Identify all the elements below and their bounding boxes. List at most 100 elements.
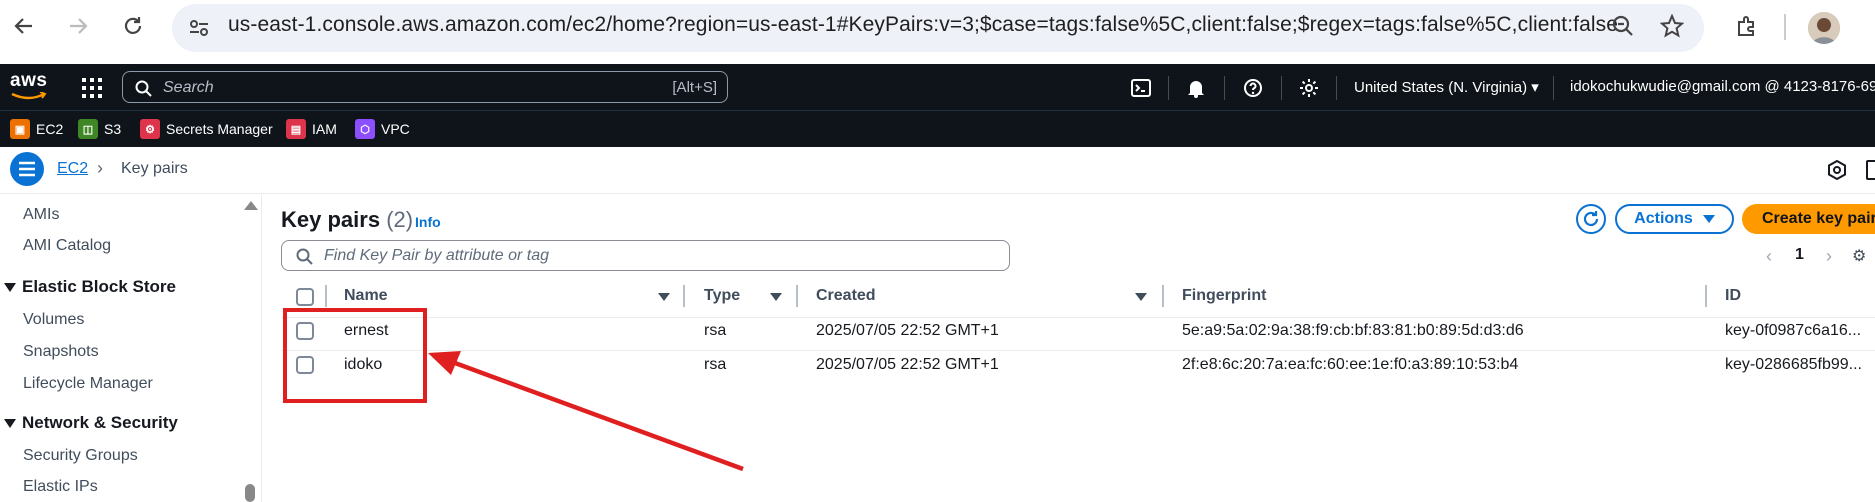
favorite-s3[interactable]: ◫ S3 xyxy=(78,119,121,139)
favorite-vpc[interactable]: ⬡ VPC xyxy=(355,119,410,139)
column-header-fingerprint[interactable]: Fingerprint xyxy=(1182,287,1266,305)
column-header-created[interactable]: Created xyxy=(816,287,876,305)
s3-service-icon: ◫ xyxy=(78,119,98,139)
reload-icon[interactable] xyxy=(117,10,149,42)
aws-logo[interactable]: aws xyxy=(10,70,47,100)
search-placeholder: Search xyxy=(163,79,214,96)
favorites-bar: ▣ EC2 ◫ S3 ⚙ Secrets Manager ▤ IAM ⬡ VPC xyxy=(0,110,1875,147)
nav-elastic-ips[interactable]: Elastic IPs xyxy=(23,478,98,496)
sort-caret-icon[interactable] xyxy=(770,293,782,301)
key-pair-filter-input[interactable]: Find Key Pair by attribute or tag xyxy=(281,240,1010,271)
breadcrumb-bar xyxy=(0,147,1875,194)
current-page-number[interactable]: 1 xyxy=(1795,246,1804,264)
select-all-checkbox[interactable] xyxy=(296,288,314,306)
cell-id: key-0286685fb99... xyxy=(1725,356,1862,373)
column-divider xyxy=(796,285,798,307)
console-search-input[interactable]: Search [Alt+S] xyxy=(122,71,728,103)
nav-section-network-security[interactable]: Network & Security xyxy=(4,413,178,433)
settings-gear-icon[interactable] xyxy=(1299,78,1319,98)
search-icon xyxy=(296,248,313,265)
filter-placeholder: Find Key Pair by attribute or tag xyxy=(324,247,549,264)
nav-divider xyxy=(1553,76,1554,100)
previous-page-icon[interactable]: ‹ xyxy=(1766,246,1772,267)
sort-caret-icon[interactable] xyxy=(1135,293,1147,301)
column-header-id[interactable]: ID xyxy=(1725,287,1741,305)
search-icon xyxy=(135,80,152,97)
cell-created: 2025/07/05 22:52 GMT+1 xyxy=(816,356,999,373)
vpc-service-icon: ⬡ xyxy=(355,119,375,139)
secrets-manager-icon: ⚙ xyxy=(140,119,160,139)
nav-snapshots[interactable]: Snapshots xyxy=(23,343,99,361)
account-menu[interactable]: idokochukwudie@gmail.com @ 4123-8176-699… xyxy=(1570,78,1875,95)
column-header-type[interactable]: Type xyxy=(704,287,740,305)
caret-down-icon xyxy=(4,418,16,428)
cell-fingerprint: 2f:e8:6c:20:7a:ea:fc:60:ee:1e:f0:a3:89:1… xyxy=(1182,356,1519,373)
table-header-divider xyxy=(281,317,1875,318)
table-settings-icon[interactable]: ⚙ xyxy=(1852,246,1866,266)
caret-down-icon xyxy=(4,282,16,292)
panel-toggle-icon[interactable] xyxy=(1866,160,1875,180)
zoom-icon[interactable] xyxy=(1607,10,1639,42)
profile-avatar[interactable] xyxy=(1808,12,1840,44)
toolbar-divider xyxy=(1784,14,1786,40)
sort-caret-icon[interactable] xyxy=(658,293,670,301)
breadcrumb-ec2[interactable]: EC2 xyxy=(57,160,88,178)
back-icon[interactable] xyxy=(8,10,40,42)
side-navigation: AMIs AMI Catalog Elastic Block Store Vol… xyxy=(0,195,262,502)
forward-icon[interactable] xyxy=(62,10,94,42)
region-selector[interactable]: United States (N. Virginia) ▾ xyxy=(1354,78,1539,96)
services-grid-icon[interactable] xyxy=(82,78,102,103)
sidebar-scrollbar-thumb[interactable] xyxy=(245,484,255,502)
scrollbar-up-arrow[interactable] xyxy=(244,201,258,210)
page-title: Key pairs (2) xyxy=(281,207,414,232)
cell-fingerprint: 5e:a9:5a:02:9a:38:f9:cb:bf:83:81:b0:89:5… xyxy=(1182,322,1524,339)
caret-down-icon xyxy=(1702,215,1715,223)
url-text[interactable]: us-east-1.console.aws.amazon.com/ec2/hom… xyxy=(228,13,1618,37)
next-page-icon[interactable]: › xyxy=(1826,246,1832,267)
nav-divider xyxy=(1168,76,1169,100)
annotation-highlight-box xyxy=(283,308,427,403)
search-shortcut: [Alt+S] xyxy=(672,79,717,96)
favorite-secrets-manager[interactable]: ⚙ Secrets Manager xyxy=(140,119,273,139)
site-info-icon[interactable] xyxy=(188,17,210,44)
ec2-service-icon: ▣ xyxy=(10,119,30,139)
nav-divider xyxy=(1224,76,1225,100)
cloudshell-icon[interactable] xyxy=(1131,78,1151,98)
cell-id: key-0f0987c6a16... xyxy=(1725,322,1862,339)
favorite-iam[interactable]: ▤ IAM xyxy=(286,119,337,139)
nav-lifecycle-manager[interactable]: Lifecycle Manager xyxy=(23,375,153,393)
cell-created: 2025/07/05 22:52 GMT+1 xyxy=(816,322,999,339)
extensions-icon[interactable] xyxy=(1731,10,1763,42)
nav-divider xyxy=(1336,76,1337,100)
iam-service-icon: ▤ xyxy=(286,119,306,139)
nav-section-ebs[interactable]: Elastic Block Store xyxy=(4,277,176,297)
nav-security-groups[interactable]: Security Groups xyxy=(23,447,138,465)
nav-ami-catalog[interactable]: AMI Catalog xyxy=(23,237,111,255)
breadcrumb-chevron-icon: › xyxy=(97,158,103,178)
bookmark-star-icon[interactable] xyxy=(1656,10,1688,42)
favorite-ec2[interactable]: ▣ EC2 xyxy=(10,119,63,139)
create-key-pair-button[interactable]: Create key pair xyxy=(1742,204,1875,234)
item-count: (2) xyxy=(386,207,414,232)
annotation-arrow xyxy=(428,351,744,472)
nav-volumes[interactable]: Volumes xyxy=(23,311,84,329)
breadcrumb-current: Key pairs xyxy=(121,160,188,177)
aws-top-nav: aws Search [Alt+S] United States (N. Vir… xyxy=(0,64,1875,110)
info-link[interactable]: Info xyxy=(415,214,441,230)
browser-toolbar: us-east-1.console.aws.amazon.com/ec2/hom… xyxy=(0,0,1875,64)
security-hex-icon[interactable] xyxy=(1827,159,1847,185)
help-icon[interactable] xyxy=(1243,78,1263,98)
column-divider xyxy=(1705,285,1707,307)
column-divider xyxy=(325,285,327,307)
column-header-name[interactable]: Name xyxy=(344,287,388,305)
actions-dropdown-button[interactable]: Actions xyxy=(1615,204,1734,234)
cell-type: rsa xyxy=(704,322,727,339)
refresh-button[interactable] xyxy=(1576,204,1606,234)
refresh-icon xyxy=(1583,211,1599,227)
notifications-bell-icon[interactable] xyxy=(1186,78,1206,98)
nav-amis[interactable]: AMIs xyxy=(23,206,59,224)
nav-divider xyxy=(1281,76,1282,100)
menu-hamburger-icon[interactable] xyxy=(10,152,44,186)
column-divider xyxy=(1162,285,1164,307)
column-divider xyxy=(683,285,685,307)
